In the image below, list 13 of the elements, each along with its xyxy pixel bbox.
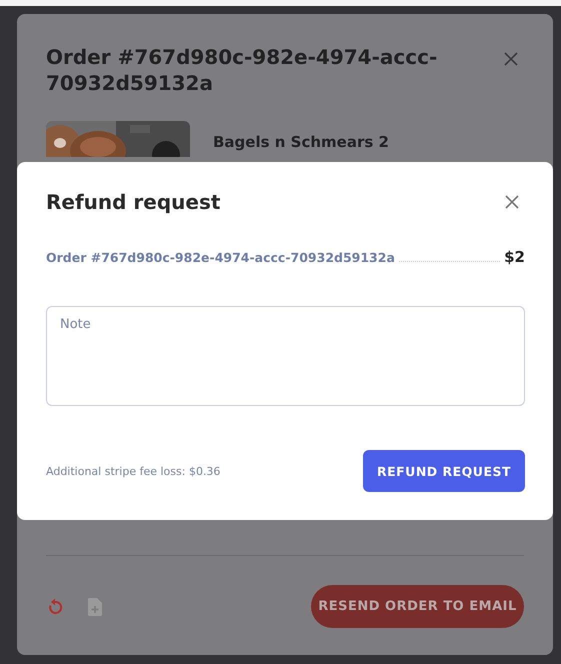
order-title: Order #767d980c-982e-4974-accc-70932d59132a <box>46 44 438 96</box>
resend-email-button[interactable]: RESEND ORDER TO EMAIL <box>311 585 524 628</box>
close-icon[interactable] <box>505 195 519 209</box>
refresh-icon[interactable] <box>46 598 64 616</box>
note-field[interactable]: Note <box>46 306 525 406</box>
dialog-title: Refund request <box>46 190 220 214</box>
order-label: Order #767d980c-982e-4974-accc-70932d59132a <box>46 250 395 265</box>
fee-note: Additional stripe fee loss: $0.36 <box>46 464 220 478</box>
refund-request-button[interactable]: REFUND REQUEST <box>363 450 525 492</box>
add-file-icon[interactable] <box>88 598 102 616</box>
item-name: Bagels n Schmears 2 <box>213 133 389 151</box>
order-amount: $2 <box>504 248 525 266</box>
close-icon[interactable] <box>504 52 518 66</box>
